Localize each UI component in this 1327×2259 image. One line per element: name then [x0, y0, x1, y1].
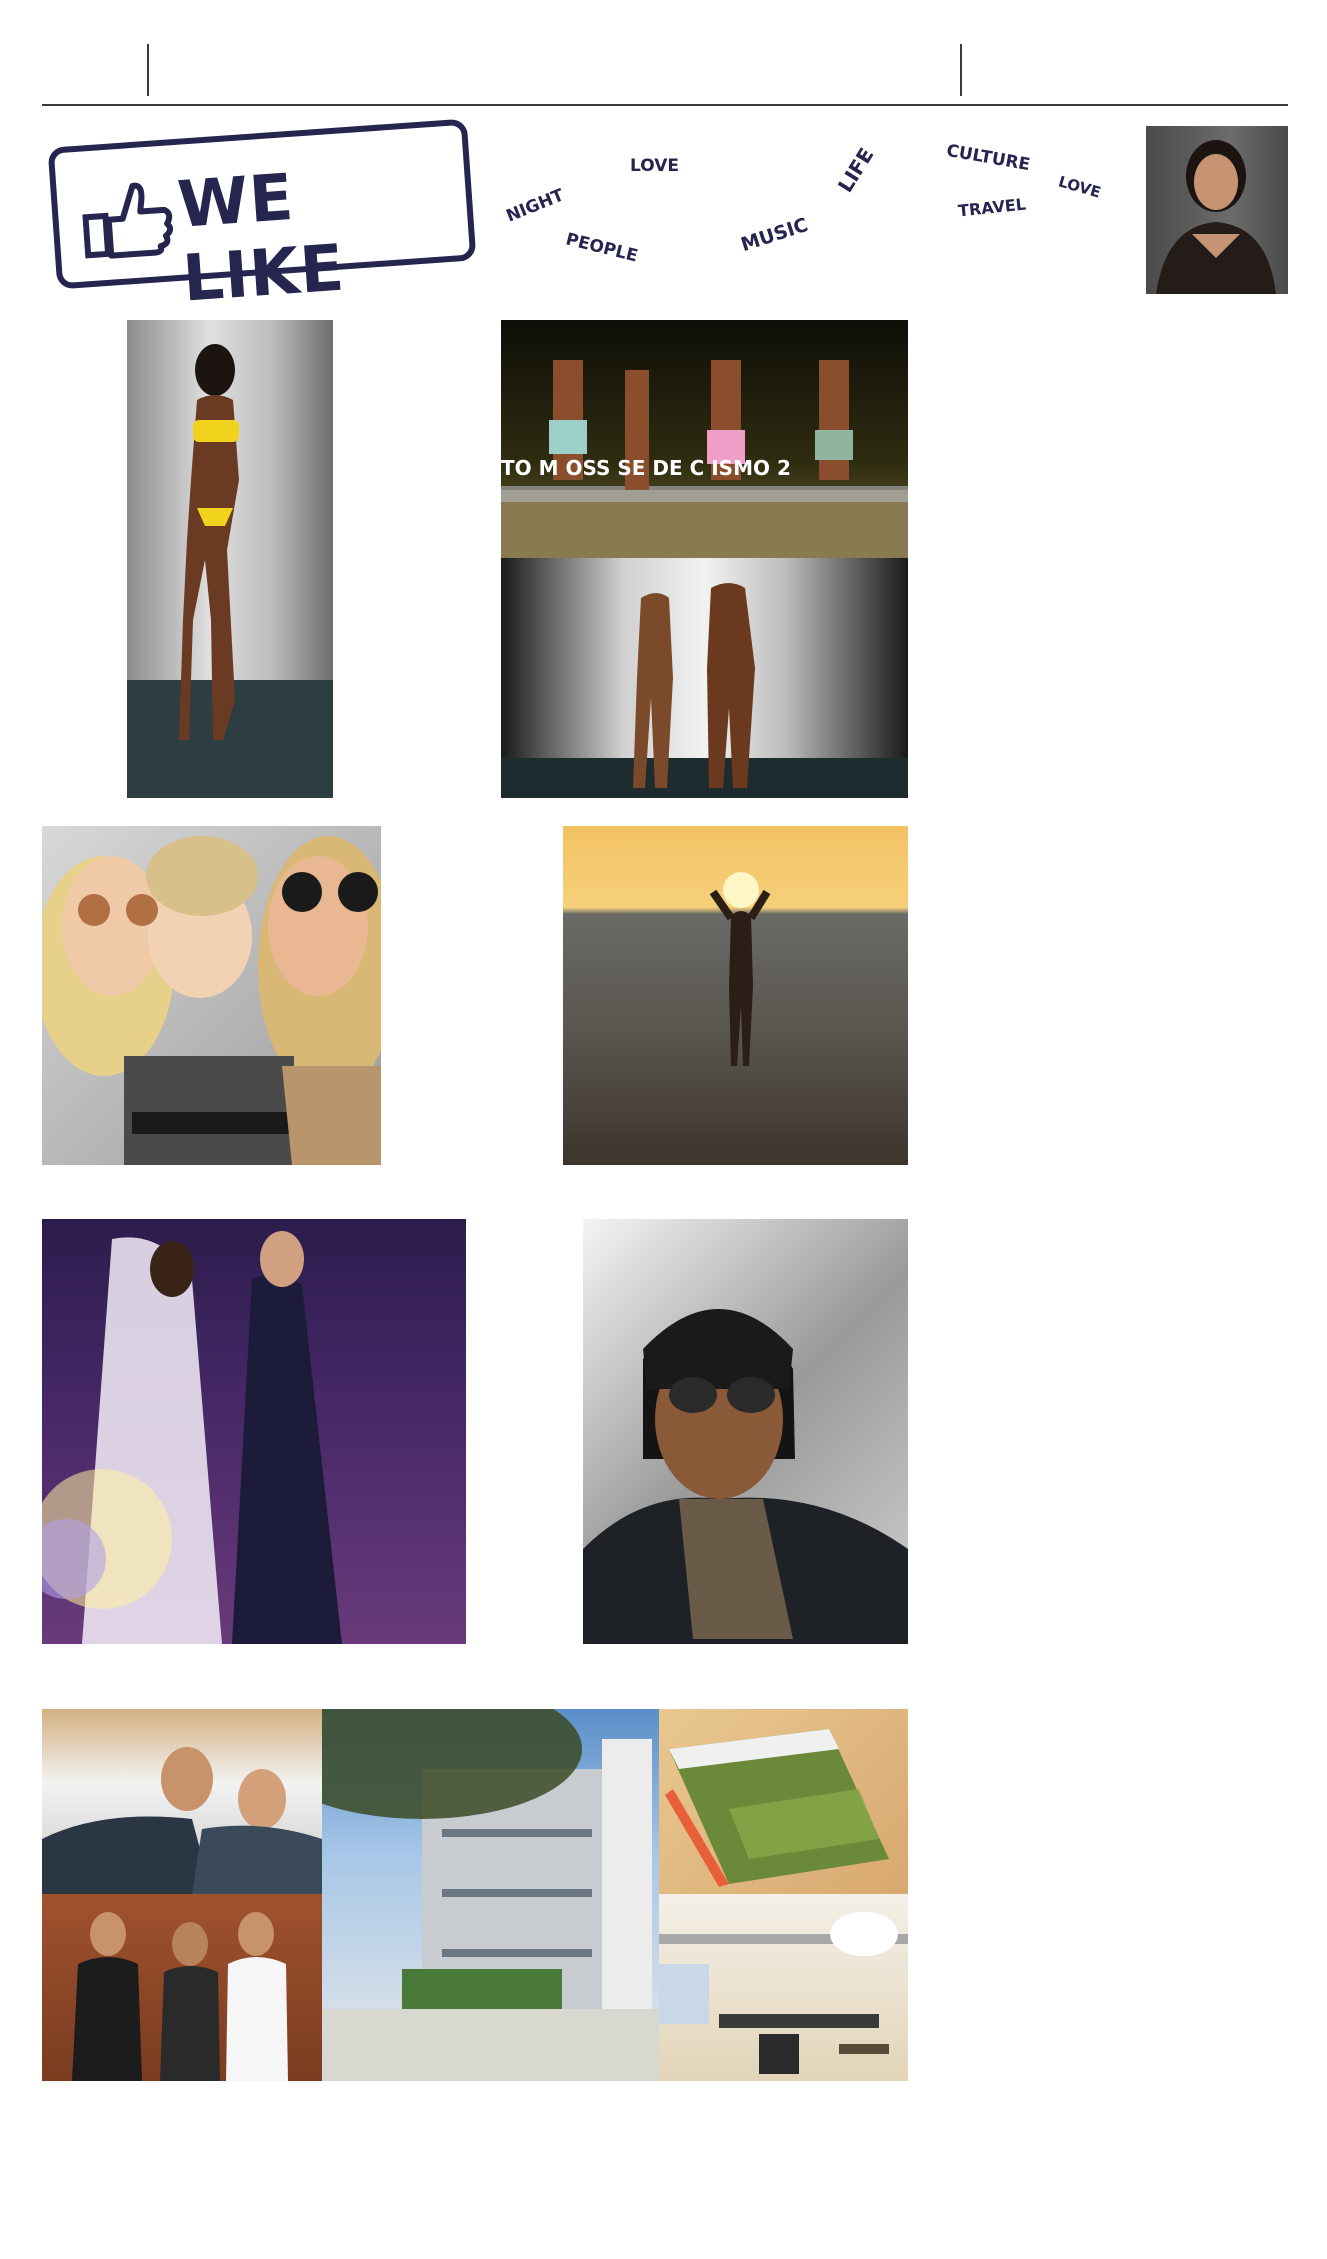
- word-travel: TRAVEL: [957, 194, 1027, 221]
- bikini-competitor-photo: [127, 320, 333, 798]
- stamp-text: WE LIKE: [175, 160, 348, 317]
- family-selfie-photo: [42, 826, 381, 1165]
- header-rule: [42, 104, 1288, 106]
- man-sunglasses-selfie-photo: [583, 1219, 908, 1644]
- magazines-photo: [659, 1709, 908, 1894]
- word-music: MUSIC: [738, 213, 811, 257]
- couple-posing-photo: [501, 558, 908, 798]
- word-life: LIFE: [832, 143, 879, 197]
- stage-banner-text: TO M OSS SE DE C ISMO 2: [501, 456, 791, 480]
- word-people: PEOPLE: [563, 229, 640, 267]
- three-men-photo: [42, 1894, 322, 2081]
- word-culture: CULTURE: [944, 140, 1032, 176]
- author-portrait: [1146, 126, 1288, 294]
- header-divider-left: [147, 44, 149, 96]
- we-like-stamp: WE LIKE: [47, 118, 477, 317]
- friends-thumbs-up-photo: [42, 1709, 322, 1894]
- word-night: NIGHT: [503, 185, 567, 227]
- word-love-2: LOVE: [1056, 172, 1103, 202]
- modern-building-photo: [322, 1709, 659, 2081]
- header-divider-right: [960, 44, 962, 96]
- office-interior-photo: [659, 1894, 908, 2081]
- thumbs-up-icon: [80, 175, 175, 261]
- sunset-beach-photo: [563, 826, 908, 1165]
- wedding-dance-photo: [42, 1219, 466, 1644]
- word-love: LOVE: [630, 156, 679, 176]
- stage-podium-photo: TO M OSS SE DE C ISMO 2: [501, 320, 908, 558]
